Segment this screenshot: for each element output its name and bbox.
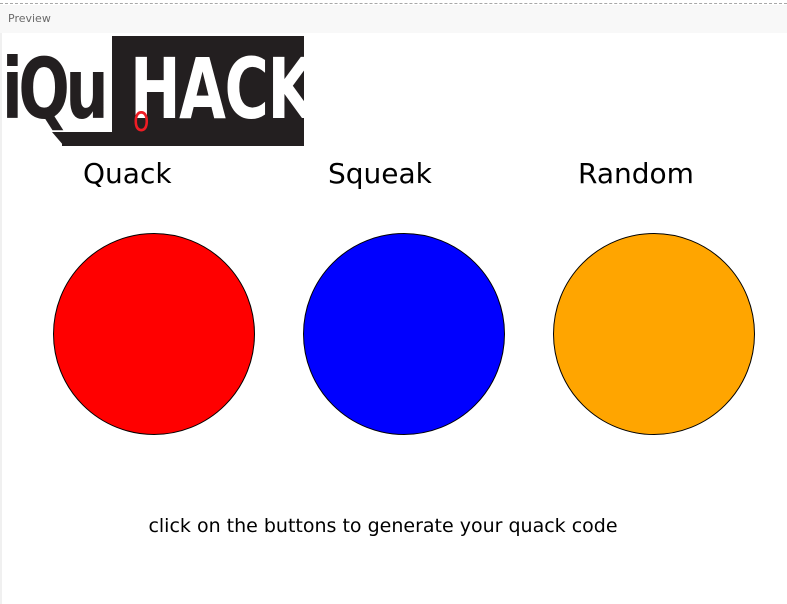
squeak-title: Squeak [328, 157, 432, 190]
random-button[interactable] [553, 233, 755, 435]
random-column: Random [528, 0, 778, 604]
instruction-text: click on the buttons to generate your qu… [148, 515, 618, 537]
squeak-column: Squeak [278, 0, 528, 604]
quack-title: Quack [83, 157, 172, 190]
random-title: Random [578, 157, 694, 190]
quack-column: Quack [28, 0, 278, 604]
quack-button[interactable] [53, 233, 255, 435]
squeak-button[interactable] [303, 233, 505, 435]
page-frame: Preview iQu HACK o Quack Squeak Random c… [0, 0, 787, 604]
